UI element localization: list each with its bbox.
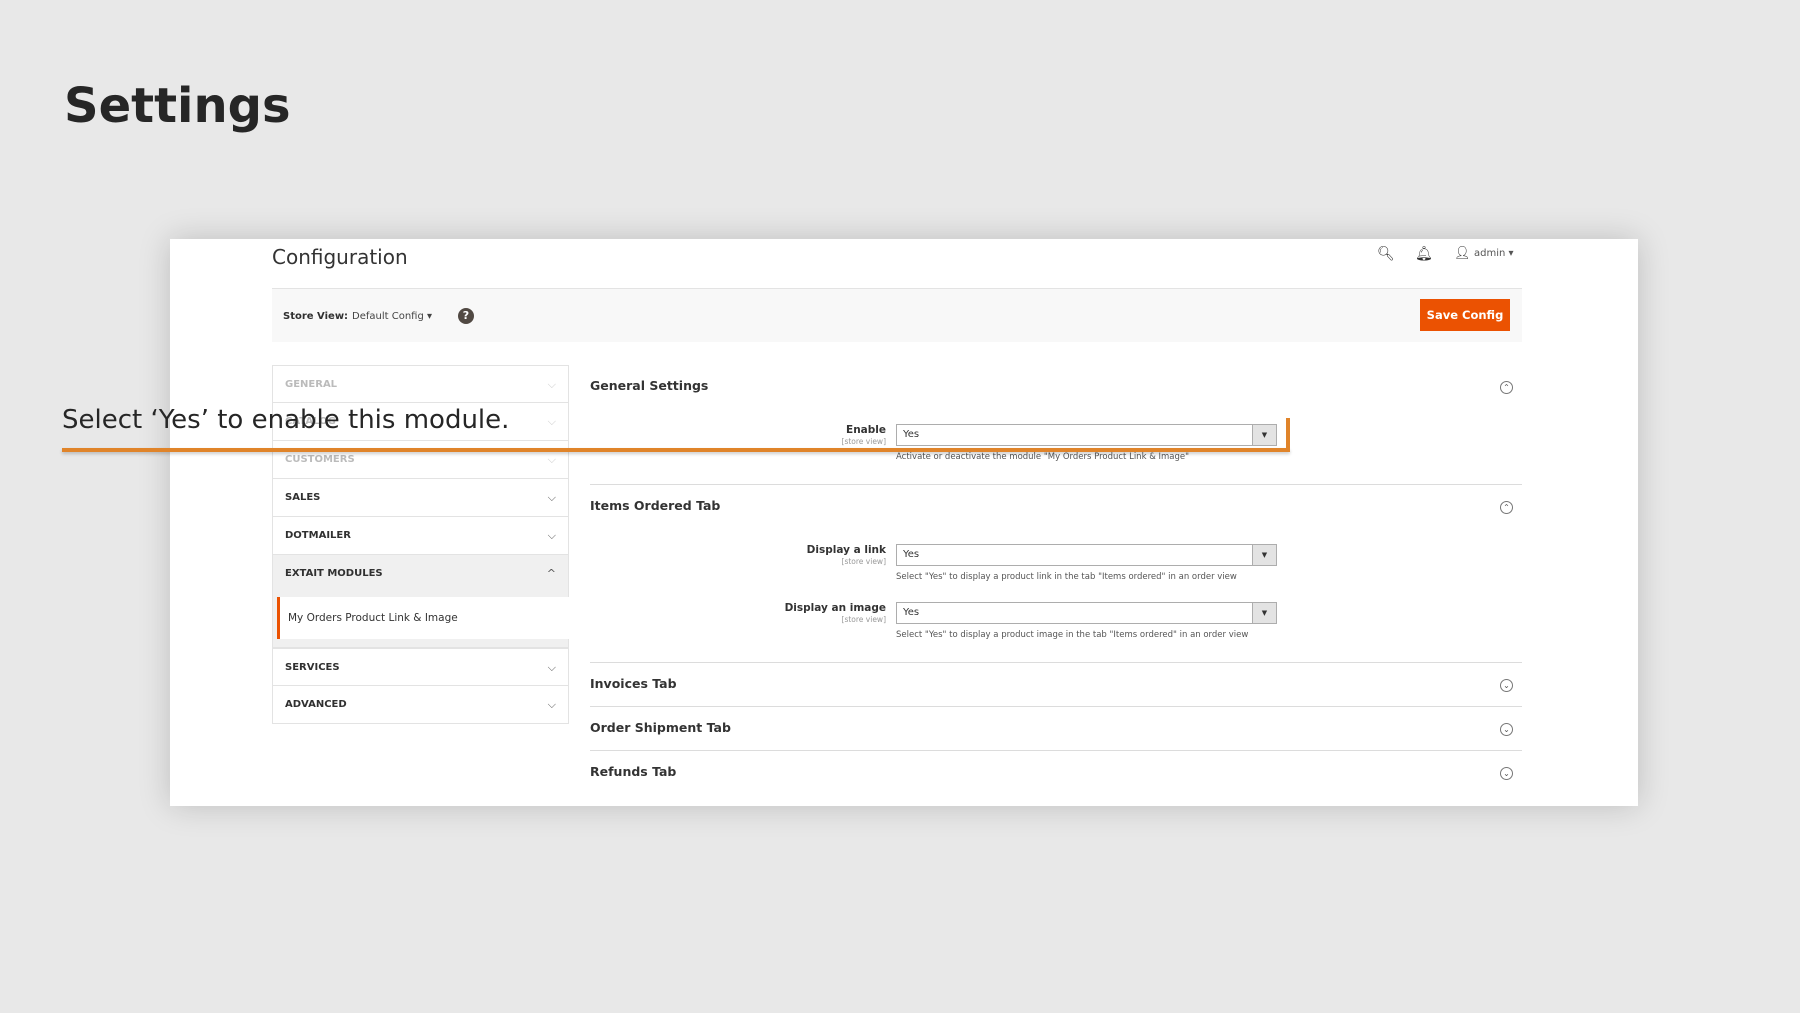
expand-icon[interactable]: ⌄ [1500, 679, 1513, 692]
enable-label: Enable [846, 424, 886, 436]
expand-icon[interactable]: ⌄ [1500, 767, 1513, 780]
scope-label: [store view] [841, 437, 886, 446]
expand-icon[interactable]: ⌄ [1500, 723, 1513, 736]
store-view-label: Store View: [283, 311, 349, 322]
admin-label: admin [1474, 248, 1506, 259]
enable-note: Activate or deactivate the module "My Or… [896, 452, 1190, 462]
search-icon[interactable]: 🔍︎ [1377, 246, 1395, 262]
display-link-note: Select "Yes" to display a product link i… [896, 572, 1237, 582]
collapse-icon[interactable]: ⌃ [1500, 501, 1513, 514]
divider [590, 662, 1522, 663]
sidebar-item-customers[interactable]: CUSTOMERS ⌵ [272, 441, 569, 479]
collapse-icon[interactable]: ⌃ [1500, 381, 1513, 394]
display-image-label: Display an image [784, 602, 886, 614]
section-general-settings[interactable]: General Settings [590, 378, 708, 393]
sidebar-item-label: SALES [285, 492, 321, 503]
sidebar-item-dotmailer[interactable]: DOTMAILER ⌵ [272, 517, 569, 555]
help-icon[interactable]: ? [458, 308, 474, 324]
display-link-value: Yes [903, 549, 920, 560]
display-link-label: Display a link [806, 544, 886, 556]
save-config-button[interactable]: Save Config [1420, 299, 1510, 331]
annotation-text: Select ‘Yes’ to enable this module. [62, 405, 510, 435]
chevron-down-icon: ⌵ [547, 698, 556, 711]
user-icon[interactable]: 👤︎ [1454, 246, 1471, 261]
store-view-dropdown[interactable]: Default Config ▾ [352, 311, 432, 322]
sidebar-item-label: GENERAL [285, 379, 338, 390]
display-image-note: Select "Yes" to display a product image … [896, 630, 1249, 640]
chevron-down-icon: ⌵ [547, 661, 556, 674]
sidebar-item-general[interactable]: GENERAL ⌵ [272, 365, 569, 403]
chevron-down-icon: ⌵ [547, 529, 556, 542]
sidebar-item-label: ADVANCED [285, 699, 347, 710]
divider [590, 750, 1522, 751]
sidebar-subitem-my-orders[interactable]: My Orders Product Link & Image [277, 597, 569, 639]
chevron-down-icon: ⌵ [547, 415, 556, 428]
chevron-down-icon: ⌵ [547, 378, 556, 391]
enable-value: Yes [903, 429, 920, 440]
sidebar-item-sales[interactable]: SALES ⌵ [272, 479, 569, 517]
page-title: Configuration [272, 245, 408, 269]
dropdown-arrow-icon: ▼ [1252, 545, 1276, 565]
admin-menu[interactable]: admin ▾ [1474, 248, 1514, 259]
section-refunds-tab[interactable]: Refunds Tab [590, 764, 676, 779]
sidebar-item-services[interactable]: SERVICES ⌵ [272, 648, 569, 686]
enable-select[interactable]: Yes ▼ [896, 424, 1277, 446]
sidebar-item-extait-modules[interactable]: EXTAIT MODULES ^ [272, 555, 569, 593]
bell-icon[interactable]: 🔔︎ [1415, 246, 1433, 262]
divider [590, 706, 1522, 707]
sidebar-item-label: SERVICES [285, 662, 340, 673]
section-invoices-tab[interactable]: Invoices Tab [590, 676, 677, 691]
dropdown-arrow-icon: ▼ [1252, 603, 1276, 623]
store-view-value: Default Config [352, 311, 424, 322]
sidebar-item-advanced[interactable]: ADVANCED ⌵ [272, 686, 569, 724]
chevron-down-icon: ⌵ [547, 491, 556, 504]
chevron-up-icon: ^ [546, 567, 556, 580]
sidebar-item-label: CUSTOMERS [285, 454, 355, 465]
scope-label: [store view] [841, 615, 886, 624]
slide-title: Settings [64, 78, 291, 134]
divider [590, 484, 1522, 485]
display-image-select[interactable]: Yes ▼ [896, 602, 1277, 624]
annotation-pointer [1286, 418, 1290, 452]
display-image-value: Yes [903, 607, 920, 618]
sidebar-item-label: DOTMAILER [285, 530, 351, 541]
annotation-underline [62, 448, 1290, 452]
sidebar-item-label: EXTAIT MODULES [285, 568, 383, 579]
dropdown-arrow-icon: ▼ [1252, 425, 1276, 445]
display-link-select[interactable]: Yes ▼ [896, 544, 1277, 566]
section-order-shipment-tab[interactable]: Order Shipment Tab [590, 720, 731, 735]
section-items-ordered-tab[interactable]: Items Ordered Tab [590, 498, 720, 513]
scope-label: [store view] [841, 557, 886, 566]
chevron-down-icon: ⌵ [547, 453, 556, 466]
